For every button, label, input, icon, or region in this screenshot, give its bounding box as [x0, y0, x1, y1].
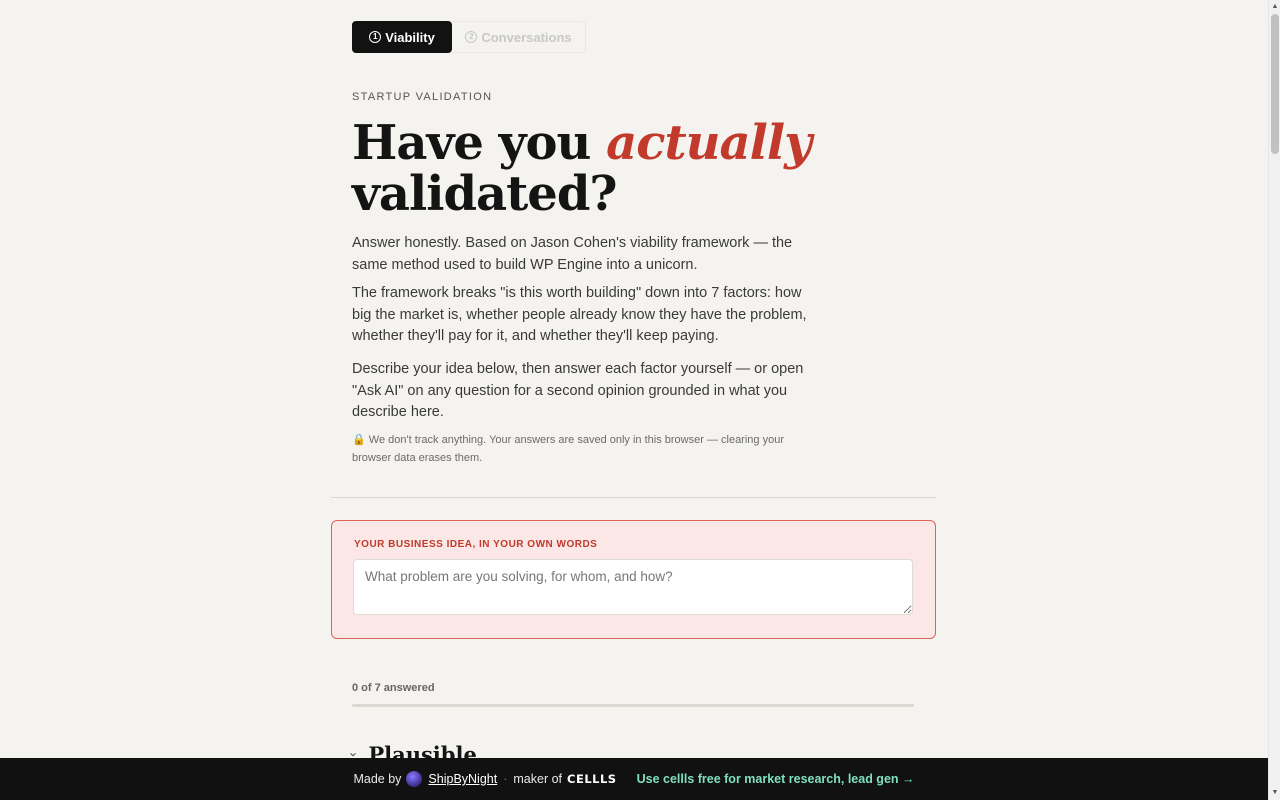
tab-viability[interactable]: 1 Viability: [352, 21, 452, 53]
tab-label: Conversations: [481, 29, 572, 45]
intro-paragraph-2: The framework breaks "is this worth buil…: [352, 285, 807, 344]
scroll-up-arrow-icon[interactable]: ▲: [1271, 2, 1279, 12]
intro-paragraph-1: Answer honestly. Based on Jason Cohen's …: [352, 235, 793, 273]
author-link[interactable]: ShipByNight: [428, 772, 497, 786]
tab-bar: 1 Viability 2 Conversations: [352, 21, 586, 53]
business-idea-label: YOUR BUSINESS IDEA, IN YOUR OWN WORDS: [354, 539, 598, 550]
intro-paragraph-3: Describe your idea below, then answer ea…: [352, 361, 804, 420]
tab-conversations[interactable]: 2 Conversations: [452, 21, 586, 53]
progress-text: 0 of 7 answered: [352, 682, 435, 694]
lock-icon: 🔒: [352, 434, 366, 446]
made-by-text: Made by: [353, 772, 402, 786]
title-accent: actually: [606, 115, 812, 171]
footer-bar: Made by ShipByNight · maker of CELLLS Us…: [0, 758, 1268, 800]
business-idea-card: YOUR BUSINESS IDEA, IN YOUR OWN WORDS: [331, 520, 936, 639]
chevron-icon: ›: [346, 752, 362, 757]
title-part-1: Have you: [352, 115, 607, 171]
maker-of-text: maker of: [513, 772, 563, 786]
title-part-2: validated?: [352, 166, 618, 222]
scroll-down-arrow-icon[interactable]: ▼: [1271, 788, 1279, 798]
cellls-logo[interactable]: CELLLS: [567, 772, 617, 786]
business-idea-input[interactable]: [353, 559, 913, 615]
scrollbar-thumb[interactable]: [1271, 14, 1279, 154]
progress-bar: [352, 704, 914, 707]
number-one-icon: 1: [369, 31, 382, 43]
privacy-note: 🔒 We don't track anything. Your answers …: [352, 431, 822, 467]
scrollbar[interactable]: ▲ ▼: [1268, 0, 1280, 800]
number-two-icon: 2: [465, 31, 478, 43]
divider: [331, 497, 936, 498]
separator: ·: [503, 772, 508, 786]
page-title: Have you actually validated?: [352, 118, 872, 220]
page: 1 Viability 2 Conversations STARTUP VALI…: [0, 0, 1268, 800]
eyebrow-label: STARTUP VALIDATION: [352, 91, 493, 103]
avatar: [406, 771, 423, 787]
promo-link[interactable]: Use cellls free for market research, lea…: [637, 772, 915, 786]
privacy-text: We don't track anything. Your answers ar…: [352, 434, 784, 464]
tab-label: Viability: [385, 29, 435, 45]
